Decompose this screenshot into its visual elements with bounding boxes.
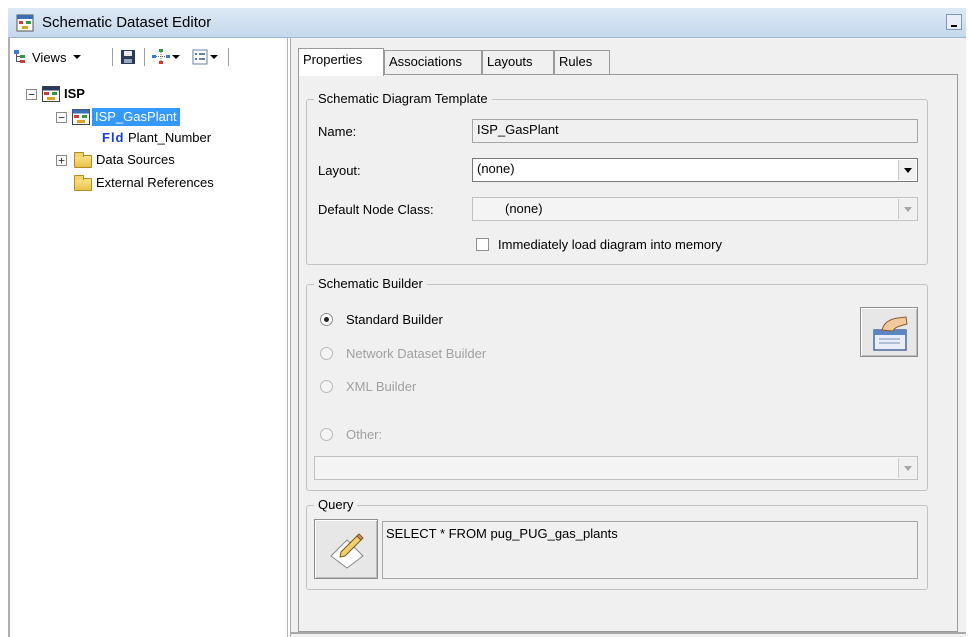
other-builder-radio[interactable]	[320, 428, 333, 441]
xml-builder-label: XML Builder	[346, 379, 417, 394]
load-memory-label: Immediately load diagram into memory	[498, 237, 722, 252]
tree-expander-data-sources[interactable]: +	[56, 155, 67, 166]
title-bar: Schematic Dataset Editor	[8, 8, 966, 38]
toolbar-separator	[112, 48, 113, 66]
tree-item-external-references[interactable]: External References	[96, 175, 214, 191]
views-label: Views	[32, 49, 67, 65]
diagram-template-icon	[72, 109, 90, 125]
schematic-dataset-icon	[16, 14, 34, 32]
tree-expander-template[interactable]: −	[56, 112, 67, 123]
field-icon: Fld	[102, 130, 125, 145]
generate-button[interactable]	[152, 47, 181, 67]
window-left-border	[8, 38, 10, 637]
edit-query-button[interactable]	[314, 519, 378, 579]
views-icon	[14, 50, 25, 63]
tab-associations[interactable]: Associations	[384, 50, 482, 76]
layout-combobox[interactable]: (none)	[472, 158, 918, 182]
toolbar-separator	[228, 48, 229, 66]
query-group-legend: Query	[314, 497, 358, 513]
name-field: ISP_GasPlant	[472, 119, 918, 143]
tree-item-isp[interactable]: ISP	[64, 86, 85, 102]
minimize-button[interactable]	[946, 14, 962, 30]
list-icon	[192, 49, 208, 65]
default-node-class-label: Default Node Class:	[318, 202, 434, 217]
schematic-dataset-icon	[42, 86, 60, 102]
default-node-class-combobox[interactable]: (none)	[472, 197, 918, 221]
chevron-down-icon	[73, 55, 82, 59]
name-label: Name:	[318, 124, 357, 139]
tree-item-data-sources[interactable]: Data Sources	[96, 152, 175, 168]
save-button[interactable]	[120, 47, 136, 67]
schematic-generate-icon	[152, 49, 170, 64]
pane-bottom-border	[290, 632, 966, 634]
default-node-class-value: (none)	[505, 201, 543, 216]
tree-pane	[8, 38, 288, 637]
xml-builder-radio[interactable]	[320, 380, 333, 393]
list-options-button[interactable]	[192, 47, 219, 67]
chevron-down-icon	[210, 55, 218, 59]
template-group-legend: Schematic Diagram Template	[314, 91, 492, 107]
tree-item-template-selected[interactable]: ISP_GasPlant	[92, 108, 180, 126]
other-builder-label: Other:	[346, 427, 383, 442]
network-dataset-builder-label: Network Dataset Builder	[346, 346, 487, 361]
other-builder-dropdown-button[interactable]	[898, 458, 916, 478]
folder-icon	[74, 175, 92, 191]
load-memory-checkbox[interactable]	[476, 238, 489, 251]
tree-toolbar: Views	[12, 44, 284, 70]
builder-group-legend: Schematic Builder	[314, 276, 427, 292]
chevron-down-icon	[172, 55, 180, 59]
other-builder-combobox[interactable]	[314, 456, 918, 480]
views-dropdown[interactable]: Views	[14, 47, 82, 67]
folder-icon	[74, 152, 92, 168]
query-text-area[interactable]: SELECT * FROM pug_PUG_gas_plants	[382, 521, 918, 579]
window-title: Schematic Dataset Editor	[42, 14, 212, 31]
toolbar-separator	[144, 48, 145, 66]
save-icon	[121, 50, 135, 64]
hand-properties-icon	[873, 316, 908, 351]
tree-item-field[interactable]: Plant_Number	[128, 130, 211, 146]
tab-rules[interactable]: Rules	[554, 50, 610, 76]
standard-builder-radio[interactable]	[320, 313, 333, 326]
standard-builder-label: Standard Builder	[346, 312, 443, 327]
layout-combobox-value: (none)	[477, 161, 515, 176]
builder-properties-button[interactable]	[860, 307, 918, 357]
layout-dropdown-button[interactable]	[898, 160, 916, 180]
layout-label: Layout:	[318, 163, 361, 178]
network-dataset-builder-radio[interactable]	[320, 347, 333, 360]
tab-layouts[interactable]: Layouts	[482, 50, 554, 76]
tab-properties[interactable]: Properties	[298, 48, 384, 76]
tree-expander-isp[interactable]: −	[26, 89, 37, 100]
node-class-dropdown-button[interactable]	[898, 199, 916, 219]
pencil-edit-icon	[330, 533, 364, 569]
